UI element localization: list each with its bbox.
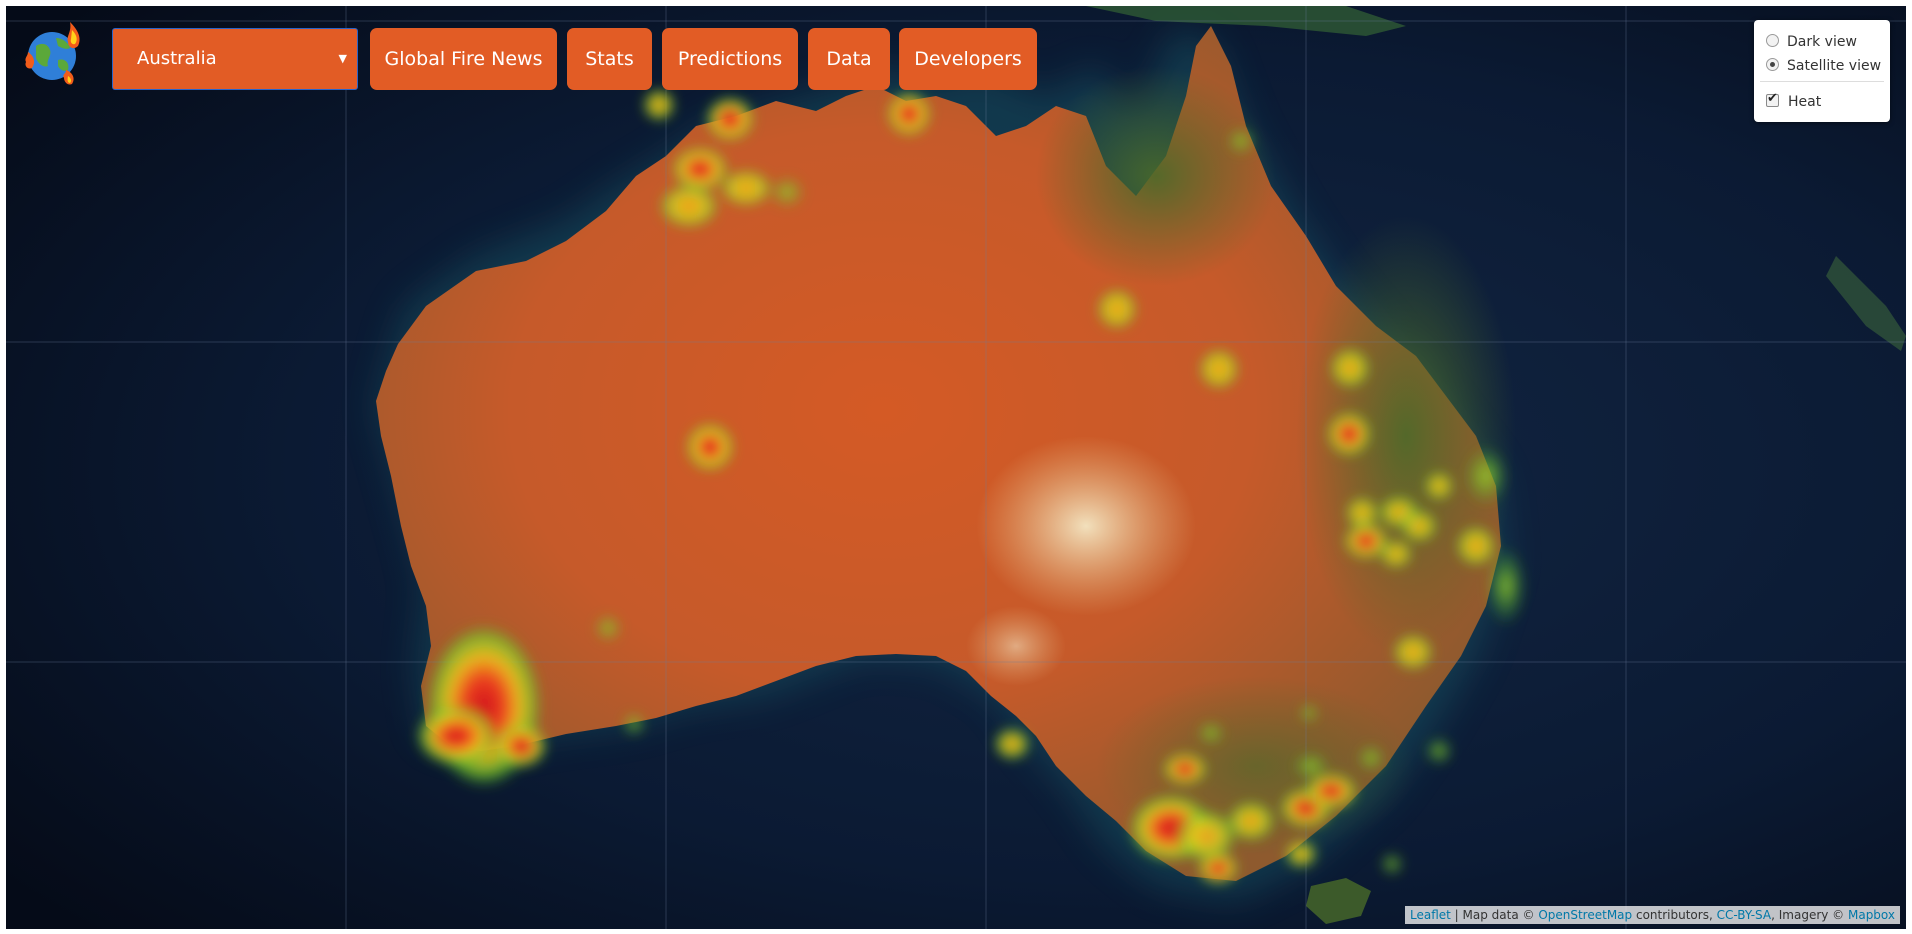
leaflet-link[interactable]: Leaflet: [1410, 908, 1451, 922]
globe-fire-logo-icon[interactable]: [22, 20, 84, 86]
attribution-separator: | Map data ©: [1450, 908, 1539, 922]
nav-data-button[interactable]: Data: [808, 28, 890, 90]
check-icon: ✔: [1767, 91, 1778, 106]
mapbox-link[interactable]: Mapbox: [1848, 908, 1895, 922]
nav-developers-button[interactable]: Developers: [899, 28, 1037, 90]
nav-stats-button[interactable]: Stats: [567, 28, 652, 90]
satellite-basemap[interactable]: [6, 6, 1906, 929]
salt-lakes: [966, 606, 1066, 686]
layer-satellite-view[interactable]: Satellite view: [1766, 56, 1881, 76]
map-container[interactable]: Leaflet | Map data © OpenStreetMap contr…: [6, 6, 1906, 929]
license-link[interactable]: CC-BY-SA: [1717, 908, 1772, 922]
country-select-value: Australia: [137, 48, 217, 69]
layer-control-divider: [1760, 81, 1884, 82]
satellite-view-label: Satellite view: [1787, 58, 1882, 74]
cape-york-vegetation: [1036, 66, 1276, 286]
lake-eyre-basin: [976, 436, 1196, 616]
country-select[interactable]: Australia ▼: [112, 28, 358, 90]
heat-checkbox[interactable]: ✔: [1766, 91, 1779, 107]
attribution-imagery: , Imagery ©: [1771, 908, 1848, 922]
nav-predictions-button[interactable]: Predictions: [662, 28, 798, 90]
attribution-contributors: contributors,: [1632, 908, 1717, 922]
chevron-down-icon: ▼: [338, 52, 347, 65]
app-root: Leaflet | Map data © OpenStreetMap contr…: [0, 0, 1912, 934]
nav-global-fire-news-button[interactable]: Global Fire News: [370, 28, 557, 90]
layer-dark-view[interactable]: Dark view: [1766, 32, 1857, 52]
satellite-view-radio[interactable]: [1766, 58, 1779, 71]
map-attribution: Leaflet | Map data © OpenStreetMap contr…: [1404, 906, 1900, 924]
layer-control: Dark view Satellite view ✔ Heat: [1754, 20, 1890, 122]
layer-heat-overlay[interactable]: ✔ Heat: [1766, 91, 1822, 112]
openstreetmap-link[interactable]: OpenStreetMap: [1538, 908, 1632, 922]
heat-label: Heat: [1788, 94, 1822, 110]
dark-view-label: Dark view: [1787, 34, 1857, 50]
dark-view-radio[interactable]: [1766, 34, 1779, 47]
